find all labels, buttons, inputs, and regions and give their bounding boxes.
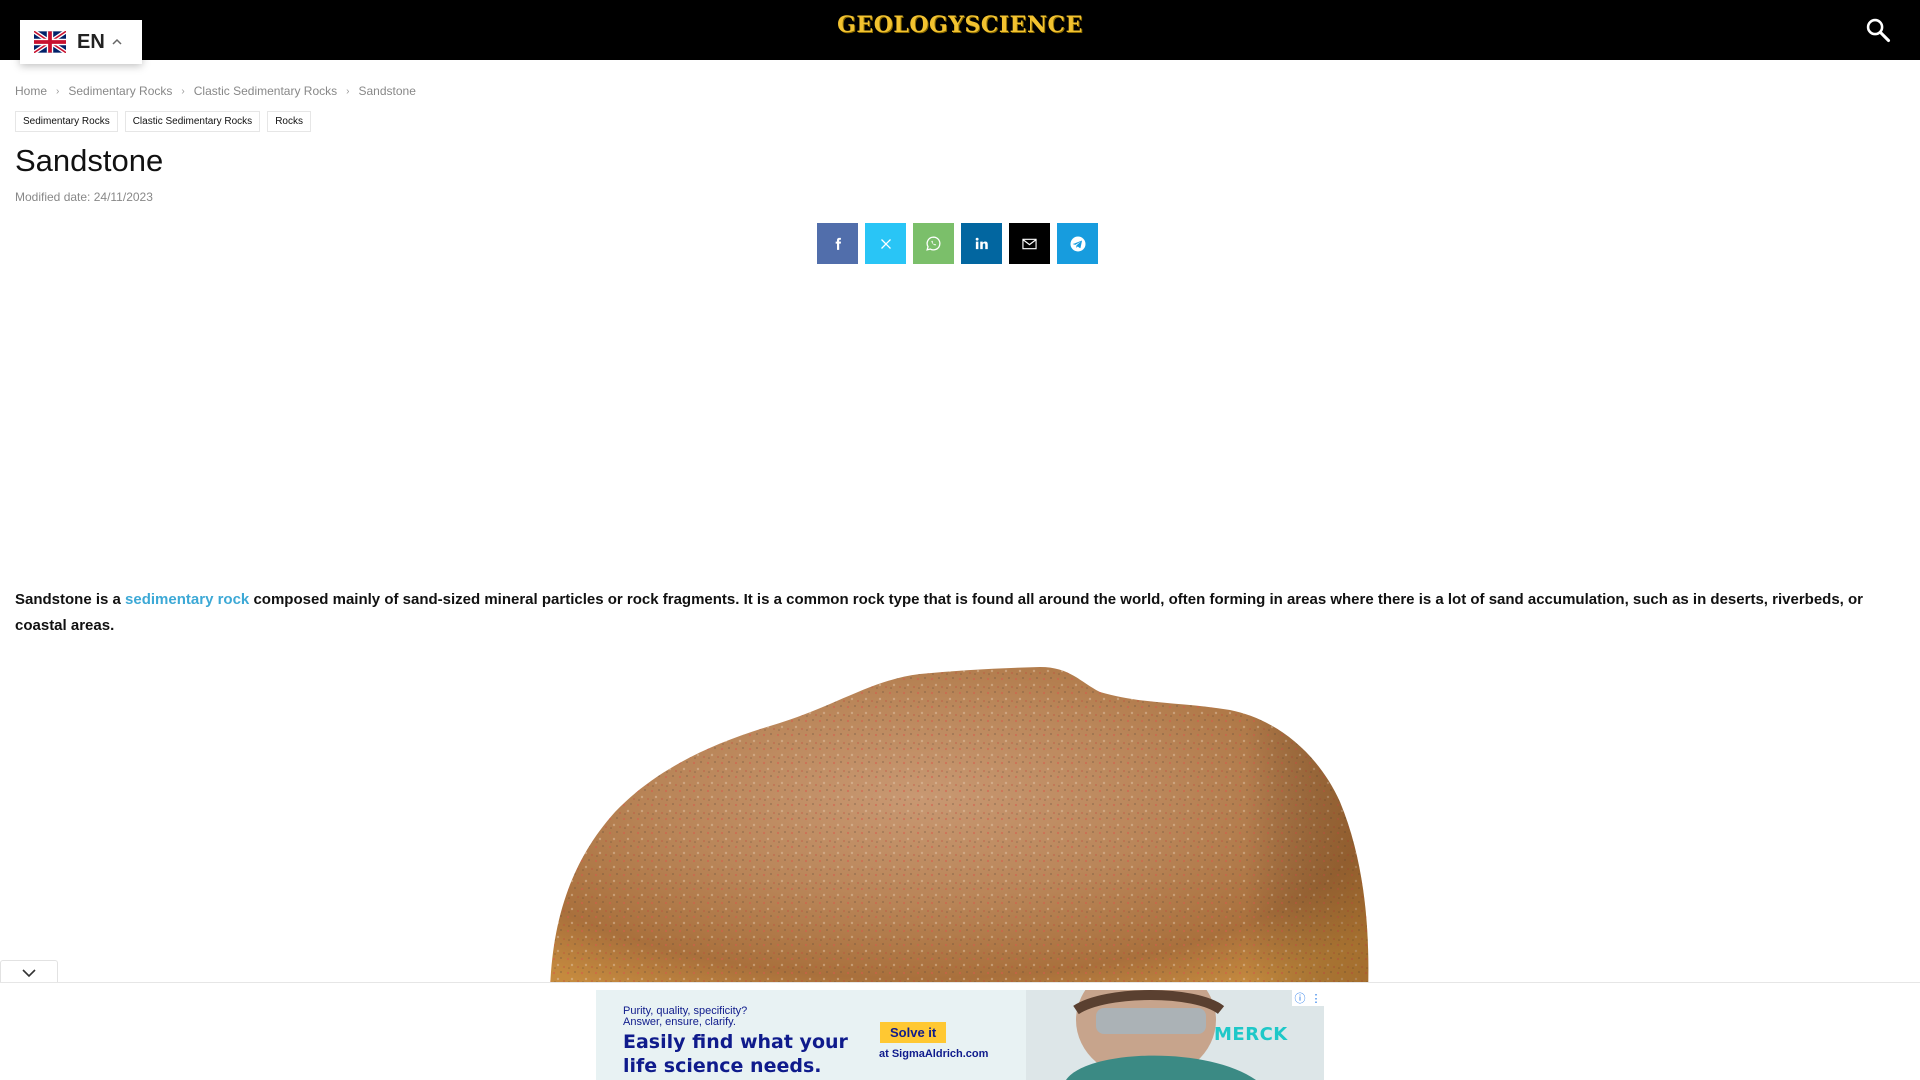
language-code: EN [77, 30, 105, 53]
tag-clastic-sedimentary-rocks[interactable]: Clastic Sedimentary Rocks [124, 111, 261, 132]
breadcrumb-clastic-sedimentary-rocks[interactable]: Clastic Sedimentary Rocks [194, 84, 337, 98]
telegram-icon [1070, 236, 1085, 251]
share-facebook-button[interactable] [817, 223, 858, 264]
ad-brand-logo: MERCK [1214, 1024, 1288, 1045]
share-telegram-button[interactable] [1057, 223, 1098, 264]
whatsapp-icon [926, 236, 941, 251]
chevron-down-icon [22, 968, 36, 977]
advertisement-banner[interactable]: Purity, quality, specificity? Answer, en… [596, 990, 1324, 1080]
search-icon[interactable] [1864, 16, 1892, 44]
chevron-right-icon: › [346, 85, 350, 97]
sedimentary-rock-link[interactable]: sedimentary rock [125, 591, 249, 608]
x-twitter-icon [880, 238, 891, 249]
breadcrumb-home[interactable]: Home [15, 84, 47, 98]
ad-cta-subtext: at SigmaAldrich.com [879, 1048, 989, 1060]
ad-headline-2: life science needs. [623, 1055, 822, 1077]
page-title: Sandstone [15, 143, 164, 178]
chevron-up-icon [112, 38, 122, 45]
ad-collapse-toggle[interactable] [0, 960, 58, 984]
ad-line-2: Answer, ensure, clarify. [623, 1016, 736, 1028]
share-linkedin-button[interactable] [961, 223, 1002, 264]
share-x-button[interactable] [865, 223, 906, 264]
breadcrumb: Home › Sedimentary Rocks › Clastic Sedim… [15, 84, 416, 98]
email-icon [1022, 238, 1037, 249]
category-tags: Sedimentary Rocks Clastic Sedimentary Ro… [15, 111, 311, 132]
lead-text-start: Sandstone is a [15, 591, 126, 608]
article-lead: Sandstone is a sedimentary rock composed… [15, 587, 1885, 639]
site-header: GEOLOGYSCIENCE [0, 0, 1920, 60]
share-whatsapp-button[interactable] [913, 223, 954, 264]
linkedin-icon [975, 237, 988, 250]
ad-menu-icon[interactable]: ⋮ [1308, 990, 1324, 1006]
site-logo[interactable]: GEOLOGYSCIENCE [0, 12, 1920, 38]
uk-flag-icon [34, 31, 66, 53]
language-switcher[interactable]: EN [20, 20, 142, 64]
tag-sedimentary-rocks[interactable]: Sedimentary Rocks [15, 111, 118, 132]
modified-date: Modified date: 24/11/2023 [15, 190, 153, 204]
breadcrumb-sedimentary-rocks[interactable]: Sedimentary Rocks [68, 84, 172, 98]
ad-info-icon[interactable]: ⓘ [1292, 990, 1308, 1006]
breadcrumb-current: Sandstone [358, 84, 416, 98]
tag-rocks[interactable]: Rocks [267, 111, 311, 132]
share-email-button[interactable] [1009, 223, 1050, 264]
ad-cta-button[interactable]: Solve it [880, 1022, 947, 1043]
ad-copy: Purity, quality, specificity? Answer, en… [623, 1006, 848, 1077]
chevron-right-icon: › [56, 85, 60, 97]
sandstone-image [440, 662, 1480, 992]
chevron-right-icon: › [181, 85, 185, 97]
sandstone-rock-photo [550, 667, 1369, 992]
share-buttons [817, 223, 1098, 264]
ad-choices: ⓘ ⋮ [1292, 990, 1324, 1006]
ad-headline-1: Easily find what your [623, 1031, 848, 1053]
facebook-icon [835, 237, 841, 250]
lead-text-end: composed mainly of sand-sized mineral pa… [15, 591, 1863, 634]
